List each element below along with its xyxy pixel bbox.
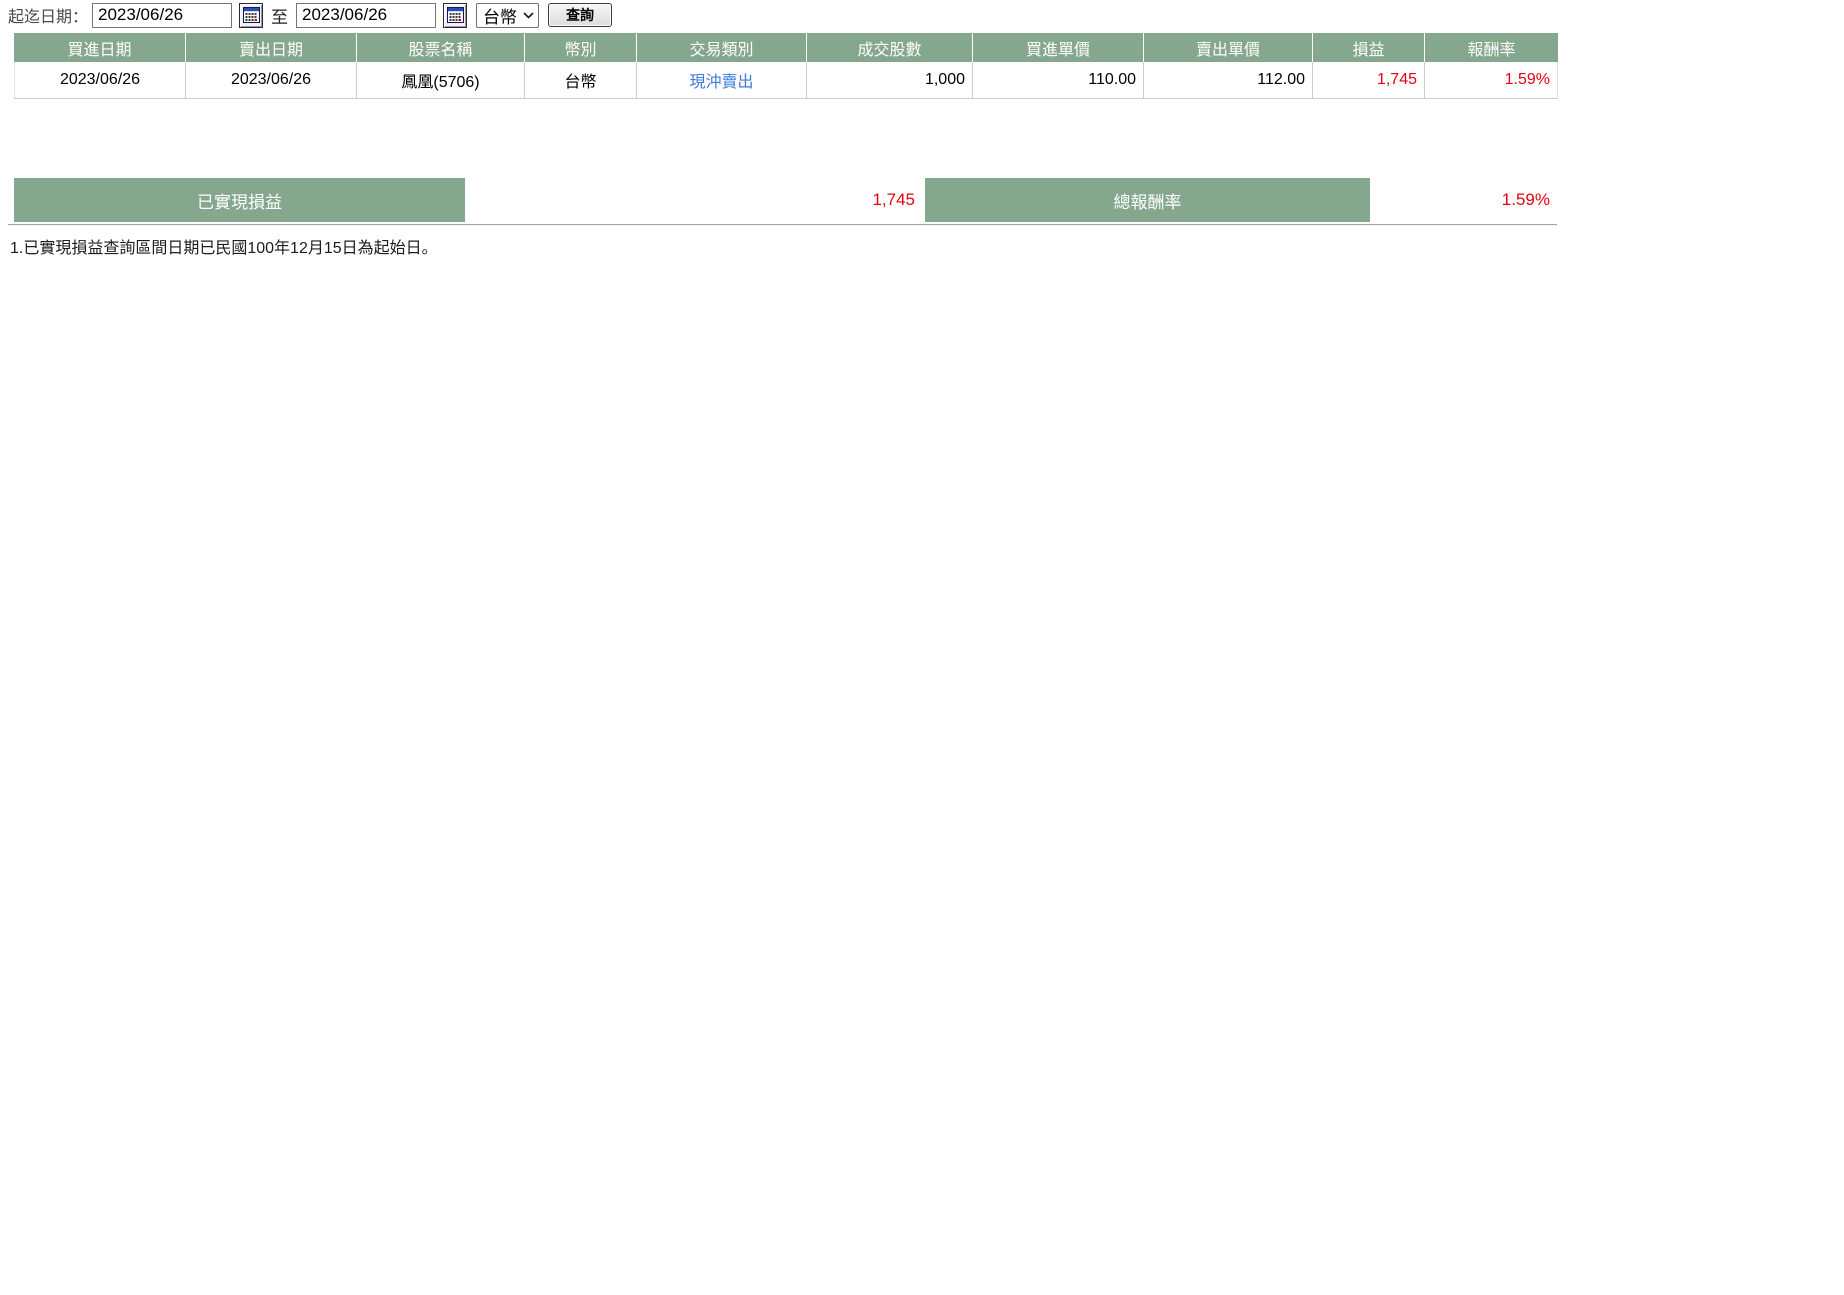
realized-pl-label: 已實現損益 — [14, 178, 465, 222]
end-date-calendar-button[interactable] — [443, 3, 467, 28]
date-range-label: 起迄日期： — [8, 3, 88, 27]
realized-pl-table: 買進日期 賣出日期 股票名稱 幣別 交易類別 成交股數 買進單價 賣出單價 損益… — [14, 33, 1558, 99]
cell-buy-date: 2023/06/26 — [14, 62, 185, 99]
col-header-profit: 損益 — [1312, 33, 1424, 62]
cell-profit: 1,745 — [1312, 62, 1424, 99]
query-toolbar: 起迄日期： 至 — [8, 1, 612, 29]
calendar-icon — [447, 7, 464, 23]
table-header-row: 買進日期 賣出日期 股票名稱 幣別 交易類別 成交股數 買進單價 賣出單價 損益… — [14, 33, 1558, 62]
start-date-input[interactable] — [92, 3, 232, 28]
total-return-value: 1.59% — [1372, 178, 1558, 222]
col-header-buy-date: 買進日期 — [14, 33, 185, 62]
cell-shares: 1,000 — [806, 62, 972, 99]
divider — [8, 224, 1557, 226]
currency-select-value: 台幣 — [483, 3, 517, 28]
to-label: 至 — [271, 3, 288, 28]
cell-return-rate: 1.59% — [1424, 62, 1558, 99]
realized-pl-value: 1,745 — [467, 178, 923, 222]
col-header-return-rate: 報酬率 — [1424, 33, 1558, 62]
trade-type-link[interactable]: 現沖賣出 — [689, 74, 753, 91]
col-header-trade-type: 交易類別 — [636, 33, 806, 62]
col-header-currency: 幣別 — [524, 33, 636, 62]
currency-select[interactable]: 台幣 — [476, 3, 539, 28]
col-header-stock-name: 股票名稱 — [356, 33, 524, 62]
cell-buy-price: 110.00 — [972, 62, 1143, 99]
summary-strip: 已實現損益 1,745 總報酬率 1.59% — [14, 178, 1558, 222]
col-header-sell-date: 賣出日期 — [185, 33, 356, 62]
cell-sell-date: 2023/06/26 — [185, 62, 356, 99]
col-header-buy-price: 買進單價 — [972, 33, 1143, 62]
col-header-sell-price: 賣出單價 — [1143, 33, 1312, 62]
chevron-down-icon — [523, 12, 534, 19]
calendar-icon — [243, 7, 260, 23]
cell-sell-price: 112.00 — [1143, 62, 1312, 99]
col-header-shares: 成交股數 — [806, 33, 972, 62]
cell-stock-name: 鳳凰(5706) — [356, 62, 524, 99]
end-date-input[interactable] — [296, 3, 436, 28]
query-button[interactable]: 查詢 — [548, 3, 612, 27]
total-return-label: 總報酬率 — [925, 178, 1370, 222]
footnote: 1.已實現損益查詢區間日期已民國100年12月15日為起始日。 — [10, 234, 438, 258]
table-row: 2023/06/26 2023/06/26 鳳凰(5706) 台幣 現沖賣出 1… — [14, 62, 1558, 99]
start-date-calendar-button[interactable] — [239, 3, 263, 28]
cell-currency: 台幣 — [524, 62, 636, 99]
